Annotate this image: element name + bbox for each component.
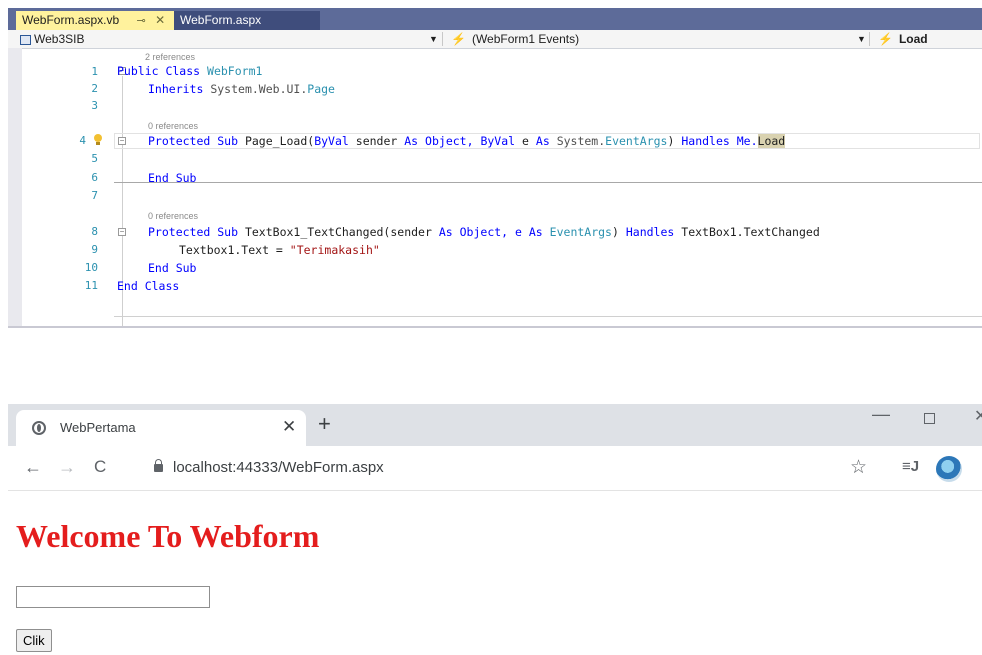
maximize-icon[interactable] xyxy=(924,413,935,424)
method-separator xyxy=(114,182,982,183)
project-name: Web3SIB xyxy=(34,32,85,46)
address-bar[interactable]: localhost:44333/WebForm.aspx xyxy=(173,459,384,476)
line-number-margin: 1 2 3 4 5 6 7 8 9 10 11 − − − xyxy=(22,48,126,326)
textbox1-input[interactable] xyxy=(16,586,210,608)
globe-icon xyxy=(32,421,46,435)
pin-icon[interactable]: ⊸ xyxy=(137,15,146,27)
codelens-references[interactable]: 2 references xyxy=(145,51,195,63)
event-bolt-icon: ⚡ xyxy=(451,32,466,46)
new-tab-icon[interactable]: + xyxy=(318,411,331,437)
editor-tab-bar: WebForm.aspx.vb ⊸ ✕ WebForm.aspx xyxy=(8,8,982,30)
event-bolt-icon: ⚡ xyxy=(878,32,893,46)
line-number: 7 xyxy=(91,189,98,202)
code-line-4: Protected Sub Page_Load(ByVal sender As … xyxy=(148,134,786,148)
method-separator xyxy=(114,316,982,317)
tab-label: WebForm.aspx.vb xyxy=(22,13,120,27)
bookmark-star-icon[interactable]: ☆ xyxy=(850,456,867,479)
browser-tab-strip: WebPertama ✕ + — ✕ xyxy=(8,404,982,446)
close-tab-icon[interactable]: ✕ xyxy=(282,417,296,437)
collapse-icon[interactable]: − xyxy=(118,228,126,236)
line-number: 5 xyxy=(91,152,98,165)
editor-bottom-border xyxy=(8,326,982,328)
window-close-icon[interactable]: ✕ xyxy=(974,406,982,426)
page-heading: Welcome To Webform xyxy=(16,518,320,554)
navigation-bar: Web3SIB ▼ ⚡ (WebForm1 Events) ▼ ⚡ Load xyxy=(8,30,982,49)
nav-divider xyxy=(442,32,443,46)
code-line-2: Inherits System.Web.UI.Page xyxy=(148,82,335,96)
code-line-11: End Class xyxy=(117,279,180,293)
line-number: 8 xyxy=(91,225,98,238)
events-dropdown[interactable]: ⚡ (WebForm1 Events) xyxy=(451,30,579,48)
reading-list-icon[interactable]: ≡J xyxy=(902,458,919,475)
line-number: 9 xyxy=(91,243,98,256)
profile-avatar[interactable] xyxy=(936,456,962,482)
method-dropdown[interactable]: ⚡ Load xyxy=(878,30,928,48)
code-line-6: End Sub xyxy=(148,171,197,185)
code-line-9: Textbox1.Text = "Terimakasih" xyxy=(179,243,380,257)
codelens-references[interactable]: 0 references xyxy=(148,120,198,132)
close-icon[interactable]: ✕ xyxy=(155,13,165,27)
lightbulb-icon[interactable] xyxy=(93,134,103,146)
highlighted-symbol: Load xyxy=(757,134,786,148)
tab-webform-aspx-vb[interactable]: WebForm.aspx.vb ⊸ ✕ xyxy=(16,11,174,30)
code-editor[interactable]: 1 2 3 4 5 6 7 8 9 10 11 − − − 2 referenc… xyxy=(8,48,982,326)
line-number: 4 xyxy=(79,134,86,147)
tab-label: WebForm.aspx xyxy=(180,13,262,27)
method-label: Load xyxy=(898,32,928,46)
reload-icon[interactable]: C xyxy=(94,455,106,479)
code-line-8: Protected Sub TextBox1_TextChanged(sende… xyxy=(148,225,820,239)
line-number: 3 xyxy=(91,99,98,112)
code-line-1: Public Class WebForm1 xyxy=(117,64,263,78)
browser-tab[interactable]: WebPertama ✕ xyxy=(16,410,306,446)
codelens-references[interactable]: 0 references xyxy=(148,210,198,222)
events-label: (WebForm1 Events) xyxy=(471,32,580,46)
tab-title: WebPertama xyxy=(60,420,136,435)
minimize-icon[interactable]: — xyxy=(872,404,890,425)
forward-icon[interactable]: → xyxy=(58,455,76,479)
clik-button[interactable]: Clik xyxy=(16,629,52,652)
nav-divider xyxy=(869,32,870,46)
tab-webform-aspx[interactable]: WebForm.aspx xyxy=(174,11,320,30)
project-dropdown[interactable]: Web3SIB xyxy=(20,30,84,48)
back-icon[interactable]: ← xyxy=(24,455,42,479)
code-line-10: End Sub xyxy=(148,261,197,275)
chevron-down-icon[interactable]: ▼ xyxy=(857,34,866,44)
browser-toolbar: ← → C localhost:44333/WebForm.aspx ☆ ≡J xyxy=(8,446,982,491)
lock-icon[interactable] xyxy=(154,459,163,472)
line-number: 11 xyxy=(84,279,98,292)
chevron-down-icon[interactable]: ▼ xyxy=(429,34,438,44)
line-number: 10 xyxy=(84,261,98,274)
browser-window: WebPertama ✕ + — ✕ ← → C localhost:44333… xyxy=(8,404,982,655)
page-content: Welcome To Webform Clik xyxy=(8,490,982,655)
vs-editor-window: WebForm.aspx.vb ⊸ ✕ WebForm.aspx Web3SIB… xyxy=(8,8,982,328)
line-number: 6 xyxy=(91,171,98,184)
line-number: 2 xyxy=(91,82,98,95)
line-number: 1 xyxy=(91,65,98,78)
editor-gutter-strip xyxy=(8,48,22,326)
project-icon xyxy=(20,34,31,45)
